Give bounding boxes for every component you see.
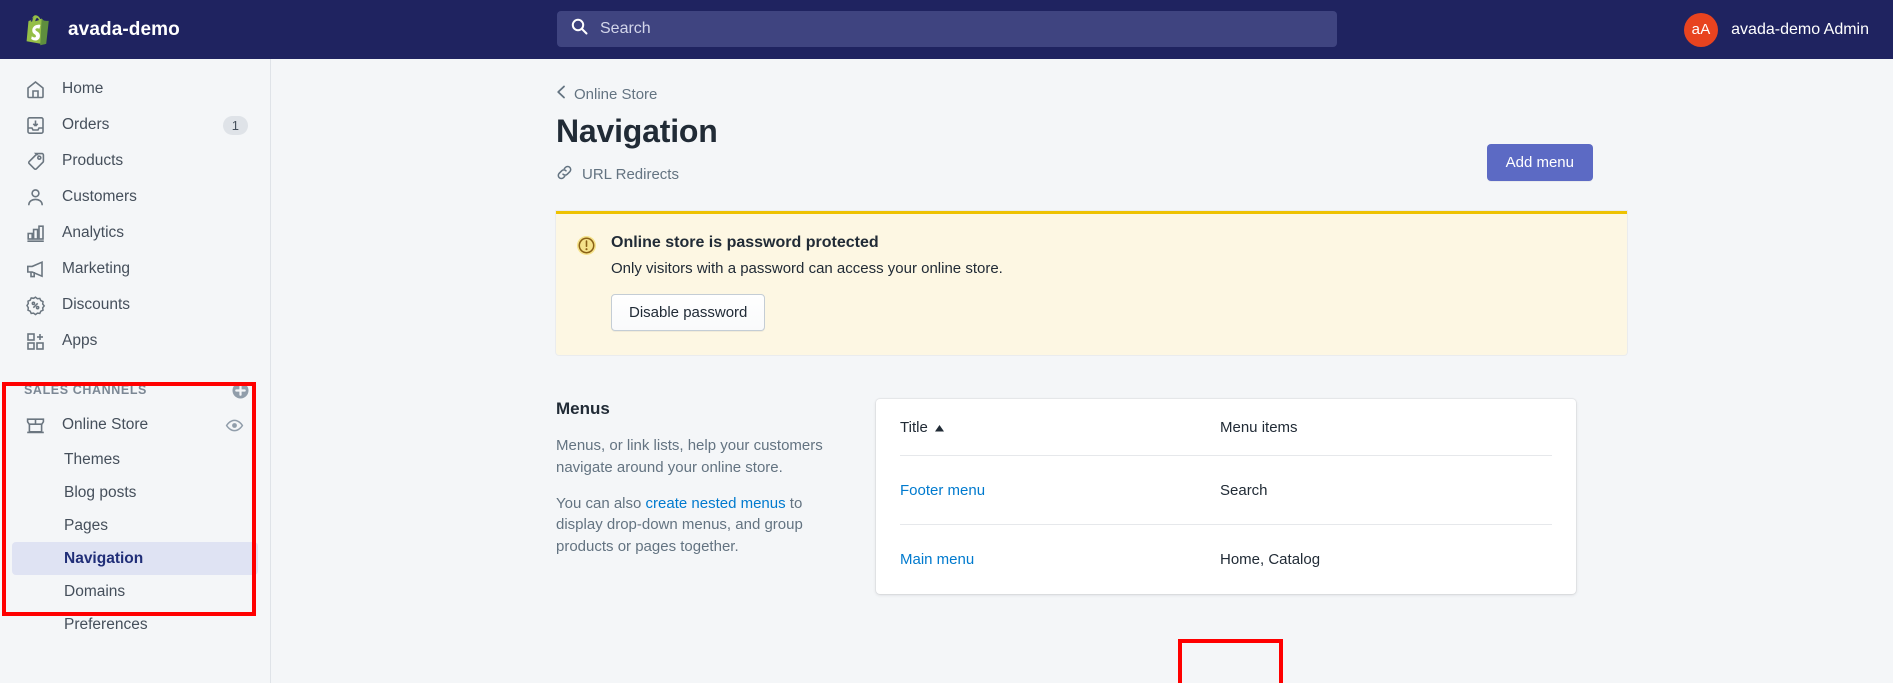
- sidebar-item-blog-posts[interactable]: Blog posts: [12, 476, 258, 509]
- sidebar-sub-label: Domains: [64, 582, 126, 600]
- menu-title-cell: Main menu: [900, 551, 1220, 568]
- sidebar-item-label: Apps: [62, 332, 98, 349]
- search-icon: [571, 18, 588, 40]
- menu-link-main-menu[interactable]: Main menu: [900, 551, 974, 568]
- sidebar-item-label: Products: [62, 152, 124, 169]
- sidebar-sub-label: Navigation: [64, 549, 144, 567]
- shopify-bag-icon: [22, 13, 54, 46]
- menus-table-card: Title Menu items Footer menu Search Main…: [876, 399, 1576, 594]
- sidebar-item-preferences[interactable]: Preferences: [12, 608, 258, 641]
- menus-paragraph-1: Menus, or link lists, help your customer…: [556, 437, 823, 476]
- person-icon: [24, 186, 46, 208]
- brand-area[interactable]: avada-demo: [0, 0, 271, 59]
- sidebar-item-label: Home: [62, 80, 104, 97]
- user-menu[interactable]: aA avada-demo Admin: [1684, 0, 1869, 59]
- menus-paragraph-2-before: You can also: [556, 494, 646, 512]
- sidebar-item-label: Analytics: [62, 224, 125, 241]
- top-bar: avada-demo Search aA avada-demo Admin: [0, 0, 1893, 59]
- sidebar-item-domains[interactable]: Domains: [12, 575, 258, 608]
- sidebar-item-label: Discounts: [62, 296, 131, 313]
- apps-grid-plus-icon: [24, 330, 46, 352]
- storefront-icon: [24, 414, 46, 436]
- tag-icon: [24, 150, 46, 172]
- sidebar-sub-label: Pages: [64, 516, 108, 534]
- column-header-title[interactable]: Title: [900, 419, 1220, 436]
- chevron-left-icon: [556, 85, 566, 103]
- main-menu-highlight-box: [1178, 639, 1283, 683]
- breadcrumb-label: Online Store: [574, 85, 658, 103]
- main-content: Online Store Navigation URL Redirects Ad…: [272, 59, 1893, 683]
- menu-items-cell: Search: [1220, 481, 1268, 499]
- sidebar-item-customers[interactable]: Customers: [12, 179, 258, 215]
- sidebar-item-label: Online Store: [62, 416, 149, 433]
- user-name: avada-demo Admin: [1731, 20, 1869, 38]
- menus-section: Menus Menus, or link lists, help your cu…: [556, 399, 1893, 594]
- brand-name: avada-demo: [68, 18, 180, 40]
- column-header-menu-items: Menu items: [1220, 419, 1298, 436]
- percent-badge-icon: [24, 294, 46, 316]
- sidebar-item-label: Customers: [62, 188, 137, 205]
- avatar: aA: [1684, 12, 1719, 47]
- url-redirects-label: URL Redirects: [582, 166, 679, 183]
- sidebar: Home Orders 1 Products Customers Analyti…: [0, 59, 271, 683]
- url-redirects-link[interactable]: URL Redirects: [556, 164, 679, 185]
- sidebar-sub-label: Themes: [64, 450, 120, 468]
- breadcrumb[interactable]: Online Store: [556, 85, 657, 103]
- sales-channels-header: SALES CHANNELS: [12, 373, 258, 407]
- sidebar-sub-label: Blog posts: [64, 483, 137, 501]
- table-header-row: Title Menu items: [900, 399, 1552, 456]
- orders-inbox-icon: [24, 114, 46, 136]
- menu-items-cell: Home, Catalog: [1220, 551, 1321, 568]
- link-icon: [556, 164, 573, 185]
- eye-icon[interactable]: [225, 416, 244, 439]
- password-protected-banner: Online store is password protected Only …: [556, 211, 1627, 355]
- column-header-title-label: Title: [900, 418, 928, 436]
- menu-link-footer-menu[interactable]: Footer menu: [900, 482, 985, 499]
- search-container[interactable]: Search: [557, 11, 1337, 47]
- create-nested-menus-link[interactable]: create nested menus: [646, 495, 786, 512]
- sidebar-item-home[interactable]: Home: [12, 71, 258, 107]
- sidebar-item-analytics[interactable]: Analytics: [12, 215, 258, 251]
- sidebar-item-label: Orders: [62, 116, 110, 133]
- home-icon: [24, 78, 46, 100]
- sidebar-item-pages[interactable]: Pages: [12, 509, 258, 542]
- sidebar-sub-label: Preferences: [64, 615, 148, 633]
- banner-title: Online store is password protected: [611, 234, 879, 251]
- sidebar-item-apps[interactable]: Apps: [12, 323, 258, 359]
- search-input[interactable]: Search: [557, 11, 1337, 47]
- banner-text: Only visitors with a password can access…: [611, 260, 1003, 277]
- sales-channels-title: SALES CHANNELS: [24, 383, 147, 397]
- menu-title-cell: Footer menu: [900, 482, 1220, 499]
- disable-password-button[interactable]: Disable password: [611, 294, 766, 331]
- plus-circle-icon[interactable]: [231, 381, 258, 400]
- menus-description: Menus Menus, or link lists, help your cu…: [556, 399, 876, 594]
- menus-paragraph-2: You can also create nested menus to disp…: [556, 493, 836, 558]
- table-row[interactable]: Footer menu Search: [900, 456, 1552, 525]
- page-title: Navigation: [556, 113, 718, 149]
- sort-ascending-icon: [934, 419, 944, 436]
- table-row[interactable]: Main menu Home, Catalog: [900, 525, 1552, 594]
- sidebar-item-marketing[interactable]: Marketing: [12, 251, 258, 287]
- sidebar-item-online-store[interactable]: Online Store: [12, 407, 258, 443]
- sidebar-item-themes[interactable]: Themes: [12, 443, 258, 476]
- sidebar-item-label: Marketing: [62, 260, 131, 277]
- search-placeholder: Search: [600, 20, 651, 37]
- sidebar-item-orders[interactable]: Orders 1: [12, 107, 258, 143]
- column-header-menu-items-label: Menu items: [1220, 418, 1298, 436]
- alert-circle-icon: [576, 235, 597, 331]
- menus-heading: Menus: [556, 399, 610, 418]
- bar-chart-icon: [24, 222, 46, 244]
- sidebar-item-navigation[interactable]: Navigation: [12, 542, 258, 575]
- orders-count-badge: 1: [222, 115, 248, 135]
- sidebar-item-discounts[interactable]: Discounts: [12, 287, 258, 323]
- sidebar-item-products[interactable]: Products: [12, 143, 258, 179]
- megaphone-icon: [24, 258, 46, 280]
- add-menu-button[interactable]: Add menu: [1486, 144, 1593, 181]
